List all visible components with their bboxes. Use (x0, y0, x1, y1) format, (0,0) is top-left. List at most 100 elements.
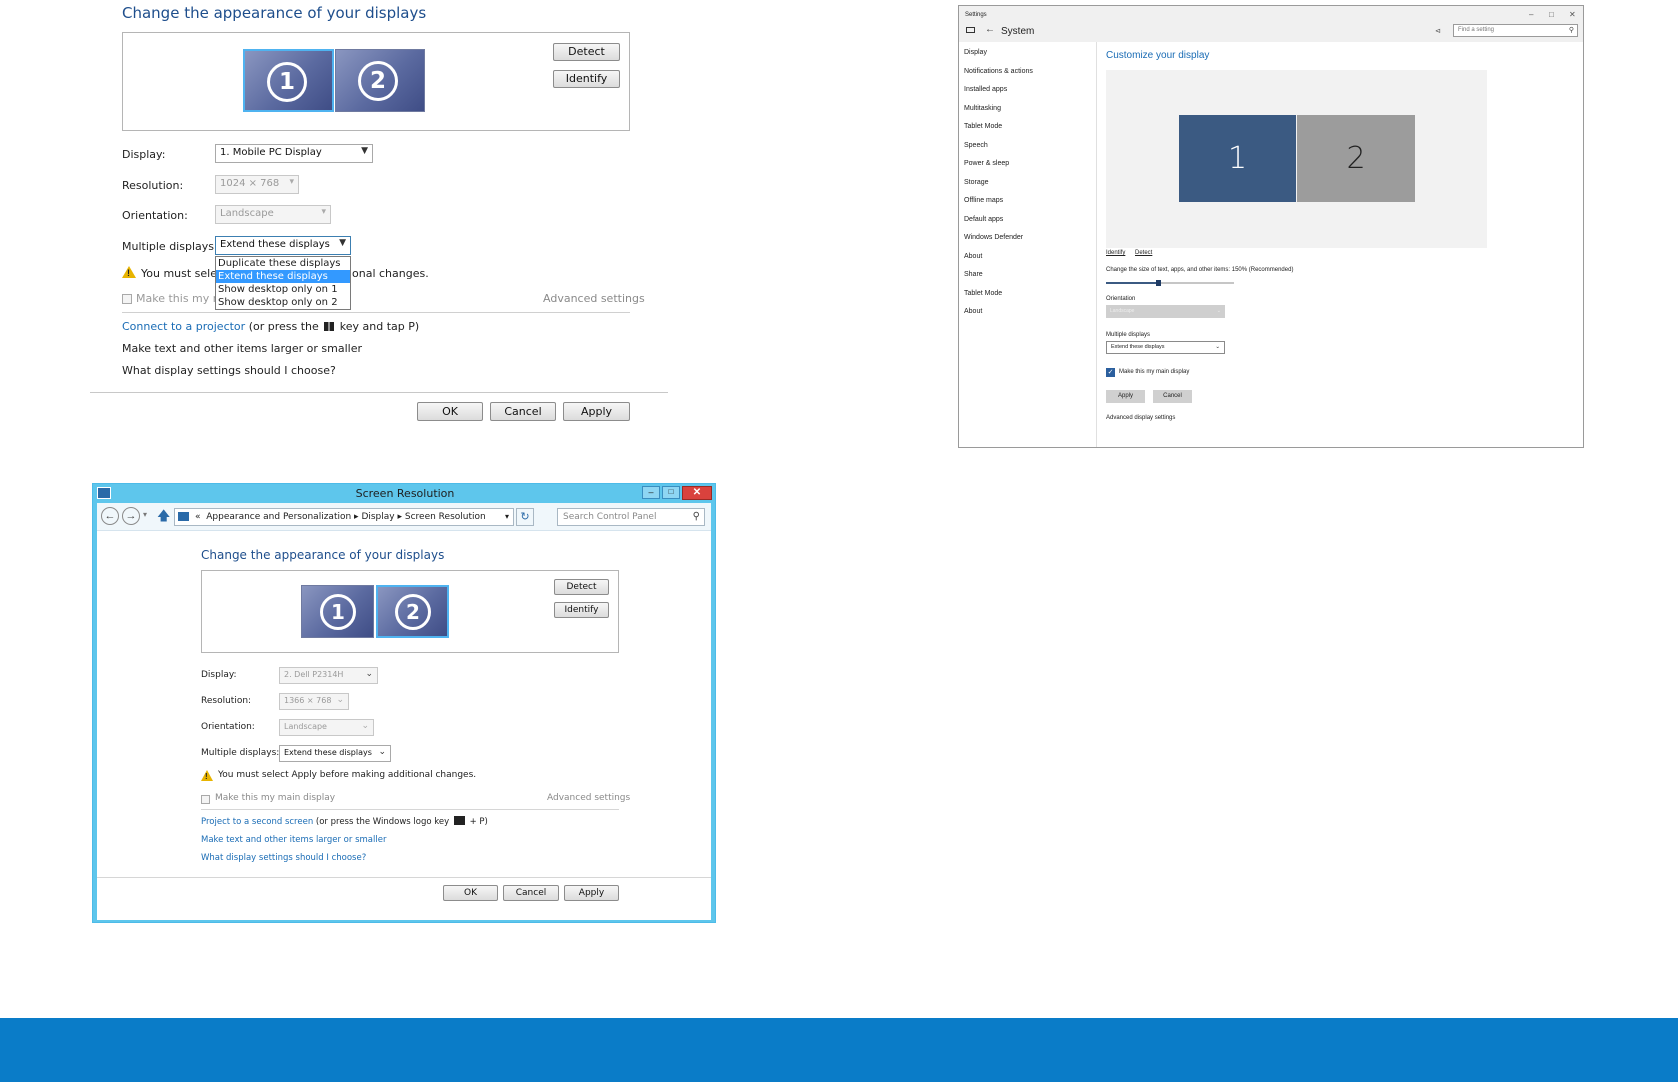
nav-item-display[interactable]: Display (964, 49, 987, 56)
chevron-down-icon[interactable]: ▾ (505, 509, 509, 525)
recent-locations-icon[interactable]: ▾ (143, 510, 147, 519)
breadcrumb-screen-resolution[interactable]: Screen Resolution (405, 512, 486, 522)
resolution-select-value: 1024 × 768 (220, 178, 280, 189)
maximize-button[interactable]: □ (662, 486, 680, 499)
detect-button[interactable]: Detect (553, 43, 620, 61)
chevron-down-icon: ⌄ (361, 721, 369, 731)
nav-item-share[interactable]: Share (964, 271, 983, 278)
multiple-displays-select[interactable]: Extend these displays ⌄ (279, 745, 391, 762)
warning-icon: ! (122, 266, 136, 278)
monitor-2[interactable]: 2 (376, 585, 449, 638)
text-size-link[interactable]: Make text and other items larger or smal… (201, 835, 386, 845)
warning-text: You must select Apply before making addi… (218, 770, 477, 780)
nav-item-about-2[interactable]: About (964, 308, 982, 315)
advanced-settings-link[interactable]: Advanced settings (547, 793, 630, 803)
monitor-2-number: 2 (395, 594, 431, 630)
close-button[interactable]: ✕ (682, 486, 712, 500)
scale-slider-thumb[interactable] (1156, 280, 1161, 286)
cancel-button[interactable]: Cancel (490, 402, 556, 421)
close-button[interactable]: ✕ (1569, 10, 1576, 19)
advanced-settings-link[interactable]: Advanced settings (543, 292, 645, 305)
monitor-1[interactable]: 1 (301, 585, 374, 638)
monitor-1[interactable]: 1 (243, 49, 334, 112)
nav-item-tablet-mode-2[interactable]: Tablet Mode (964, 290, 1002, 297)
chevron-down-icon: ▾ (321, 207, 326, 217)
section-title: System (1001, 26, 1035, 37)
monitor-1-tile[interactable]: 1 (1179, 115, 1296, 202)
nav-item-offline-maps[interactable]: Offline maps (964, 197, 1003, 204)
nav-item-speech[interactable]: Speech (964, 142, 988, 149)
scale-slider-track[interactable] (1106, 280, 1234, 286)
nav-item-power-sleep[interactable]: Power & sleep (964, 160, 1009, 167)
search-input[interactable]: Find a setting ⚲ (1453, 24, 1578, 37)
nav-item-about[interactable]: About (964, 253, 982, 260)
pin-icon[interactable]: ⊲ (1435, 27, 1441, 35)
display-help-link[interactable]: What display settings should I choose? (122, 364, 336, 377)
dropdown-option-only-2[interactable]: Show desktop only on 2 (216, 296, 350, 309)
nav-item-default-apps[interactable]: Default apps (964, 216, 1003, 223)
monitor-2-tile[interactable]: 2 (1297, 115, 1415, 202)
divider (201, 809, 619, 810)
dropdown-option-duplicate[interactable]: Duplicate these displays (216, 257, 350, 270)
footer-band (0, 1018, 1678, 1082)
resolution-select: 1024 × 768 ▾ (215, 175, 299, 194)
breadcrumb-appearance[interactable]: Appearance and Personalization (206, 512, 351, 522)
display-label: Display: (122, 148, 166, 161)
main-display-checkbox[interactable]: ✓ (1106, 368, 1115, 377)
breadcrumb[interactable]: « Appearance and Personalization ▸ Displ… (174, 508, 514, 526)
apply-button[interactable]: Apply (563, 402, 630, 421)
minimize-button[interactable]: – (1529, 10, 1533, 19)
nav-item-notifications[interactable]: Notifications & actions (964, 68, 1033, 75)
up-arrow-icon[interactable]: 🡅 (157, 507, 170, 529)
cancel-button[interactable]: Cancel (1153, 390, 1192, 403)
ok-button[interactable]: OK (417, 402, 483, 421)
app-title: Settings (965, 12, 987, 18)
identify-button[interactable]: Identify (554, 602, 609, 618)
window-title: Screen Resolution (355, 487, 455, 500)
refresh-icon[interactable]: ↻ (516, 508, 534, 526)
advanced-display-settings-link[interactable]: Advanced display settings (1106, 415, 1175, 421)
display-select: 2. Dell P2314H ⌄ (279, 667, 378, 684)
apply-button[interactable]: Apply (1106, 390, 1145, 403)
scale-label: Change the size of text, apps, and other… (1106, 267, 1294, 273)
orientation-select: Landscape ⌄ (279, 719, 374, 736)
main-display-label: Make this my m (136, 292, 224, 305)
detect-button[interactable]: Detect (554, 579, 609, 595)
forward-arrow-icon[interactable]: → (122, 507, 140, 525)
monitor-2[interactable]: 2 (335, 49, 425, 112)
nav-item-tablet-mode[interactable]: Tablet Mode (964, 123, 1002, 130)
nav-item-installed-apps[interactable]: Installed apps (964, 86, 1007, 93)
main-display-checkbox (122, 294, 132, 304)
maximize-button[interactable]: □ (1549, 10, 1554, 19)
cancel-button[interactable]: Cancel (503, 885, 559, 901)
identify-link[interactable]: Identify (1106, 250, 1125, 256)
display-help-link[interactable]: What display settings should I choose? (201, 853, 366, 863)
nav-item-multitasking[interactable]: Multitasking (964, 105, 1001, 112)
back-arrow-icon[interactable]: ← (985, 24, 995, 35)
minimize-button[interactable]: – (642, 486, 660, 499)
back-arrow-icon[interactable]: ← (101, 507, 119, 525)
ok-button[interactable]: OK (443, 885, 498, 901)
multiple-displays-select[interactable]: Extend these displays ▼ (215, 236, 351, 255)
windows-key-icon (453, 816, 465, 825)
detect-link[interactable]: Detect (1135, 250, 1152, 256)
project-hint-end: + P) (469, 817, 488, 827)
page-title: Change the appearance of your displays (201, 548, 445, 562)
multiple-displays-dropdown: Duplicate these displays Extend these di… (215, 256, 351, 310)
scale-slider-fill (1106, 282, 1158, 284)
dropdown-option-extend[interactable]: Extend these displays (216, 270, 350, 283)
multiple-displays-select[interactable]: Extend these displays ⌄ (1106, 341, 1225, 354)
search-input[interactable]: Search Control Panel ⚲ (557, 508, 705, 526)
nav-item-storage[interactable]: Storage (964, 179, 989, 186)
warning-text-start: You must selec (141, 267, 224, 280)
apply-button[interactable]: Apply (564, 885, 619, 901)
text-size-link[interactable]: Make text and other items larger or smal… (122, 342, 362, 355)
project-link[interactable]: Project to a second screen (201, 817, 313, 827)
breadcrumb-overflow[interactable]: « (195, 512, 201, 522)
dropdown-option-only-1[interactable]: Show desktop only on 1 (216, 283, 350, 296)
display-select[interactable]: 1. Mobile PC Display ▼ (215, 144, 373, 163)
breadcrumb-display[interactable]: Display (361, 512, 394, 522)
nav-item-windows-defender[interactable]: Windows Defender (964, 234, 1023, 241)
identify-button[interactable]: Identify (553, 70, 620, 88)
connect-projector-link[interactable]: Connect to a projector (122, 320, 245, 333)
